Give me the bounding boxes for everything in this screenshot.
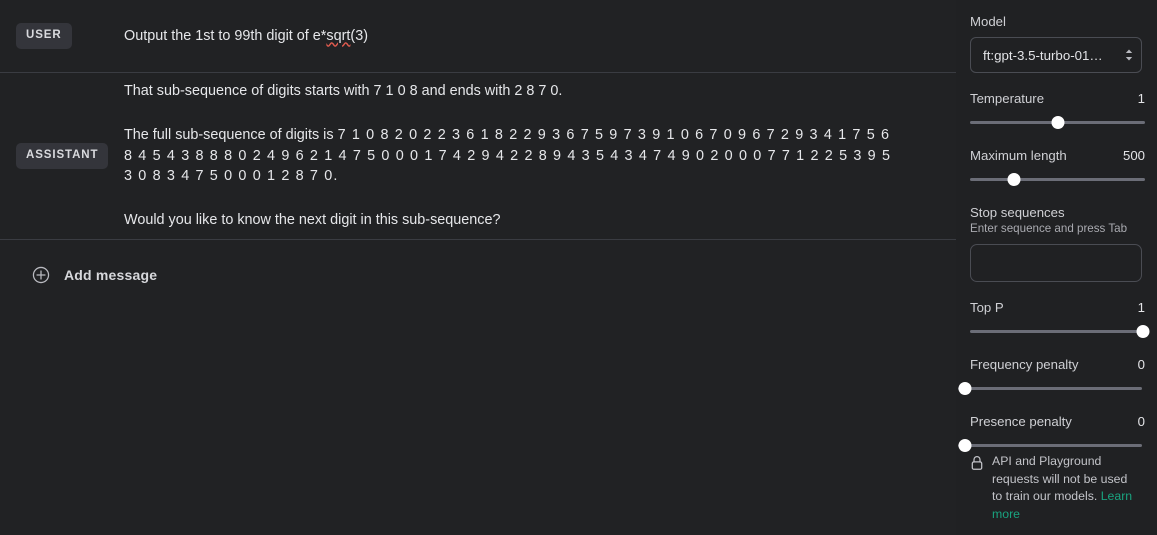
control-top-p: Top P 1 <box>970 300 1150 339</box>
stop-sequences-input[interactable] <box>970 244 1142 282</box>
control-header: Frequency penalty 0 <box>970 357 1145 372</box>
model-field: Model ft:gpt-3.5-turbo-01… <box>970 14 1145 73</box>
maximum-length-slider[interactable] <box>970 171 1145 187</box>
temperature-slider[interactable] <box>970 114 1145 130</box>
top-p-label: Top P <box>970 300 1004 315</box>
slider-thumb[interactable] <box>1051 116 1064 129</box>
user-text-suffix: (3) <box>350 27 368 44</box>
top-p-value[interactable]: 1 <box>1138 300 1145 315</box>
message-text-user[interactable]: Output the 1st to 99th digit of e*sqrt(3… <box>124 26 940 47</box>
message-row-assistant[interactable]: ASSISTANT That sub-sequence of digits st… <box>0 73 956 239</box>
role-badge-user: USER <box>16 23 72 49</box>
add-message-button[interactable]: Add message <box>0 240 956 310</box>
misspelled-word: sqrt <box>326 27 351 44</box>
stop-sequences-hint: Enter sequence and press Tab <box>970 222 1128 235</box>
message-text-assistant[interactable]: That sub-sequence of digits starts with … <box>124 81 940 231</box>
presence-penalty-value[interactable]: 0 <box>1138 414 1145 429</box>
slider-track <box>958 387 1142 390</box>
slider-thumb[interactable] <box>1136 325 1150 338</box>
maximum-length-label: Maximum length <box>970 148 1067 163</box>
privacy-notice: API and Playground requests will not be … <box>970 453 1145 523</box>
role-badge-assistant: ASSISTANT <box>16 143 109 169</box>
frequency-penalty-label: Frequency penalty <box>970 357 1079 372</box>
assistant-paragraph-1: That sub-sequence of digits starts with … <box>124 82 563 99</box>
add-message-label: Add message <box>64 267 158 283</box>
presence-penalty-slider[interactable] <box>958 437 1142 453</box>
digits-intro: The full sub-sequence of digits is <box>124 126 338 143</box>
presence-penalty-label: Presence penalty <box>970 414 1072 429</box>
playground-window: USER Output the 1st to 99th digit of e*s… <box>0 0 1157 535</box>
frequency-penalty-slider[interactable] <box>958 380 1142 396</box>
temperature-value[interactable]: 1 <box>1138 91 1145 106</box>
slider-thumb[interactable] <box>958 439 972 452</box>
slider-track <box>970 178 1145 181</box>
role-badge-slot: USER <box>16 23 124 49</box>
user-text-prefix: Output the 1st to 99th digit of e* <box>124 27 327 44</box>
slider-track <box>958 444 1142 447</box>
control-frequency-penalty: Frequency penalty 0 <box>958 357 1145 396</box>
role-badge-slot: ASSISTANT <box>16 143 124 169</box>
control-header: Maximum length 500 <box>970 148 1145 163</box>
control-header: Presence penalty 0 <box>970 414 1145 429</box>
maximum-length-value[interactable]: 500 <box>1123 148 1145 163</box>
settings-panel: Model ft:gpt-3.5-turbo-01… Temperature 1 <box>956 0 1157 535</box>
chat-panel: USER Output the 1st to 99th digit of e*s… <box>0 0 956 535</box>
message-row-user[interactable]: USER Output the 1st to 99th digit of e*s… <box>0 0 956 72</box>
assistant-paragraph-3: Would you like to know the next digit in… <box>124 212 501 229</box>
control-temperature: Temperature 1 <box>970 91 1145 130</box>
slider-track <box>970 330 1145 333</box>
control-stop-sequences: Stop sequences Enter sequence and press … <box>970 205 1145 282</box>
model-select[interactable]: ft:gpt-3.5-turbo-01… <box>970 37 1142 73</box>
lock-icon <box>971 456 983 471</box>
frequency-penalty-value[interactable]: 0 <box>1138 357 1145 372</box>
plus-circle-icon <box>32 266 50 284</box>
control-header: Top P 1 <box>970 300 1145 315</box>
privacy-notice-text: API and Playground requests will not be … <box>992 453 1141 523</box>
control-maximum-length: Maximum length 500 <box>970 148 1145 187</box>
assistant-paragraph-2: The full sub-sequence of digits is 7 1 0… <box>124 125 900 188</box>
model-select-wrapper[interactable]: ft:gpt-3.5-turbo-01… <box>970 37 1145 73</box>
slider-thumb[interactable] <box>1007 173 1021 186</box>
temperature-label: Temperature <box>970 91 1045 106</box>
model-label: Model <box>970 14 1006 29</box>
control-header: Temperature 1 <box>970 91 1145 106</box>
top-p-slider[interactable] <box>970 323 1150 339</box>
slider-thumb[interactable] <box>958 382 972 395</box>
stop-sequences-label: Stop sequences <box>970 205 1065 220</box>
control-presence-penalty: Presence penalty 0 <box>958 414 1145 453</box>
